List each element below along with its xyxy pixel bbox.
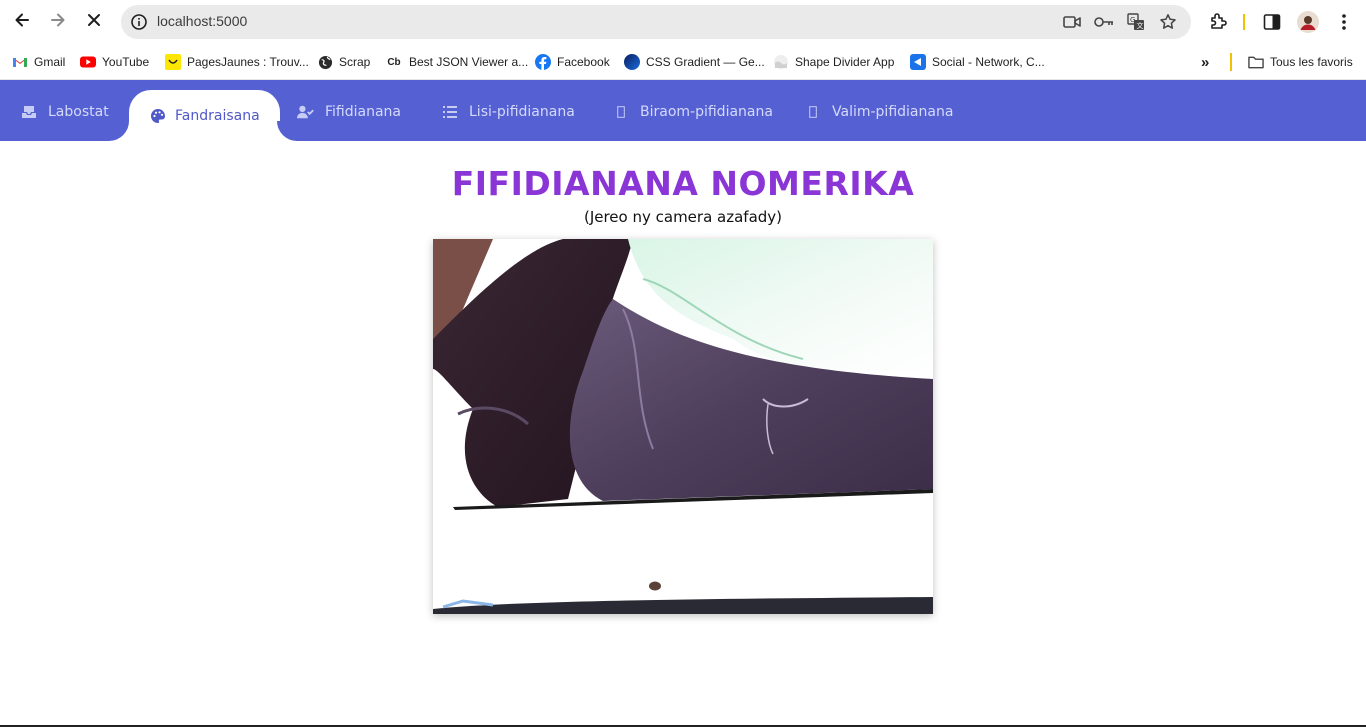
bookmark-label: Facebook (557, 55, 610, 69)
back-button[interactable] (7, 7, 37, 37)
codebeautify-icon: Cb (387, 56, 401, 68)
shape-divider-icon (773, 54, 789, 70)
camera-frame-image (433, 239, 933, 614)
bookmark-json-viewer[interactable]: Cb Best JSON Viewer a... (385, 51, 528, 73)
extensions-icon[interactable] (1206, 10, 1230, 34)
translate-icon[interactable]: G文 (1126, 12, 1146, 32)
close-icon (86, 12, 102, 32)
bookmark-label: Gmail (34, 55, 66, 69)
bookmark-label: YouTube (102, 55, 150, 69)
active-tab-curve-right (277, 121, 297, 141)
user-check-icon (297, 103, 315, 121)
tab-fandraisana[interactable]: Fandraisana (129, 90, 280, 141)
bookmark-gmail[interactable]: Gmail (12, 51, 65, 73)
list-icon (441, 103, 459, 121)
bookmark-label: Tous les favoris (1270, 55, 1353, 69)
tab-label: Lisi-pifidianana (469, 103, 575, 120)
page-title: FIFIDIANANA NOMERIKA (451, 164, 915, 203)
tab-lisi-pifidianana[interactable]: Lisi-pifidianana (441, 90, 575, 133)
forward-button[interactable] (43, 7, 73, 37)
star-icon[interactable] (1158, 12, 1178, 32)
tab-label: Valim-pifidianana (832, 103, 954, 120)
tab-labostat[interactable]: Labostat (20, 90, 109, 133)
globe-icon (317, 54, 333, 70)
bookmark-label: CSS Gradient — Ge... (646, 55, 765, 69)
tab-label: Biraom-pifidianana (640, 103, 773, 120)
svg-text:文: 文 (1137, 21, 1144, 30)
bookmark-social-network[interactable]: Social - Network, C... (910, 51, 1045, 73)
bookmark-label: Scrap (339, 55, 371, 69)
bookmark-label: Social - Network, C... (932, 55, 1045, 69)
toolbar-divider (1243, 14, 1245, 30)
bookmark-label: PagesJaunes : Trouv... (187, 55, 309, 69)
tab-fifidianana[interactable]: Fifidianana (297, 90, 401, 133)
side-panel-icon[interactable] (1260, 10, 1284, 34)
bookmark-facebook[interactable]: Facebook (535, 51, 610, 73)
profile-avatar[interactable] (1296, 10, 1320, 34)
inbox-tray-icon (20, 103, 38, 121)
tab-label: Fandraisana (175, 107, 260, 124)
bookmarks-divider (1230, 53, 1232, 71)
gmail-icon (12, 54, 28, 70)
arrow-left-icon (13, 11, 31, 33)
app-navbar: Labostat Fandraisana Fifidianana Lisi-pi… (0, 80, 1366, 141)
missing-glyph-icon (612, 103, 630, 121)
site-info-icon[interactable] (129, 12, 149, 32)
css-gradient-icon (624, 54, 640, 70)
key-icon[interactable] (1094, 12, 1114, 32)
all-bookmarks-folder[interactable]: Tous les favoris (1248, 51, 1353, 73)
kebab-menu-icon[interactable] (1332, 10, 1356, 34)
bookmarks-bar: Gmail YouTube PagesJaunes : Trouv... Scr… (0, 44, 1366, 80)
bookmark-youtube[interactable]: YouTube (80, 51, 149, 73)
folder-icon (1248, 54, 1264, 70)
address-url[interactable]: localhost:5000 (157, 13, 247, 29)
bookmark-shape-divider[interactable]: Shape Divider App (773, 51, 894, 73)
address-bar[interactable]: localhost:5000 G文 (121, 5, 1191, 39)
facebook-icon (535, 54, 551, 70)
stop-loading-button[interactable] (79, 7, 109, 37)
tab-biraom-pifidianana[interactable]: Biraom-pifidianana (612, 90, 773, 133)
browser-toolbar: localhost:5000 G文 (0, 0, 1366, 44)
tab-valim-pifidianana[interactable]: Valim-pifidianana (804, 90, 953, 133)
youtube-icon (80, 54, 96, 70)
camera-in-use-icon[interactable] (1062, 12, 1082, 32)
bookmark-label: Best JSON Viewer a... (409, 55, 529, 69)
camera-feed (433, 239, 933, 614)
arrow-right-icon (49, 11, 67, 33)
pagesjaunes-icon (165, 54, 181, 70)
social-network-icon (910, 54, 926, 70)
palette-icon (149, 107, 167, 125)
svg-text:G: G (1130, 16, 1135, 24)
tab-label: Fifidianana (325, 103, 402, 120)
active-tab-curve-left (109, 121, 129, 141)
missing-glyph-icon (804, 103, 822, 121)
page-subtitle: (Jereo ny camera azafady) (583, 208, 783, 226)
bookmark-label: Shape Divider App (795, 55, 895, 69)
more-bookmarks-button[interactable]: » (1201, 51, 1209, 73)
bookmark-scrap[interactable]: Scrap (317, 51, 370, 73)
tab-label: Labostat (48, 103, 109, 120)
bookmark-pagesjaunes[interactable]: PagesJaunes : Trouv... (165, 51, 309, 73)
bookmark-css-gradient[interactable]: CSS Gradient — Ge... (624, 51, 765, 73)
